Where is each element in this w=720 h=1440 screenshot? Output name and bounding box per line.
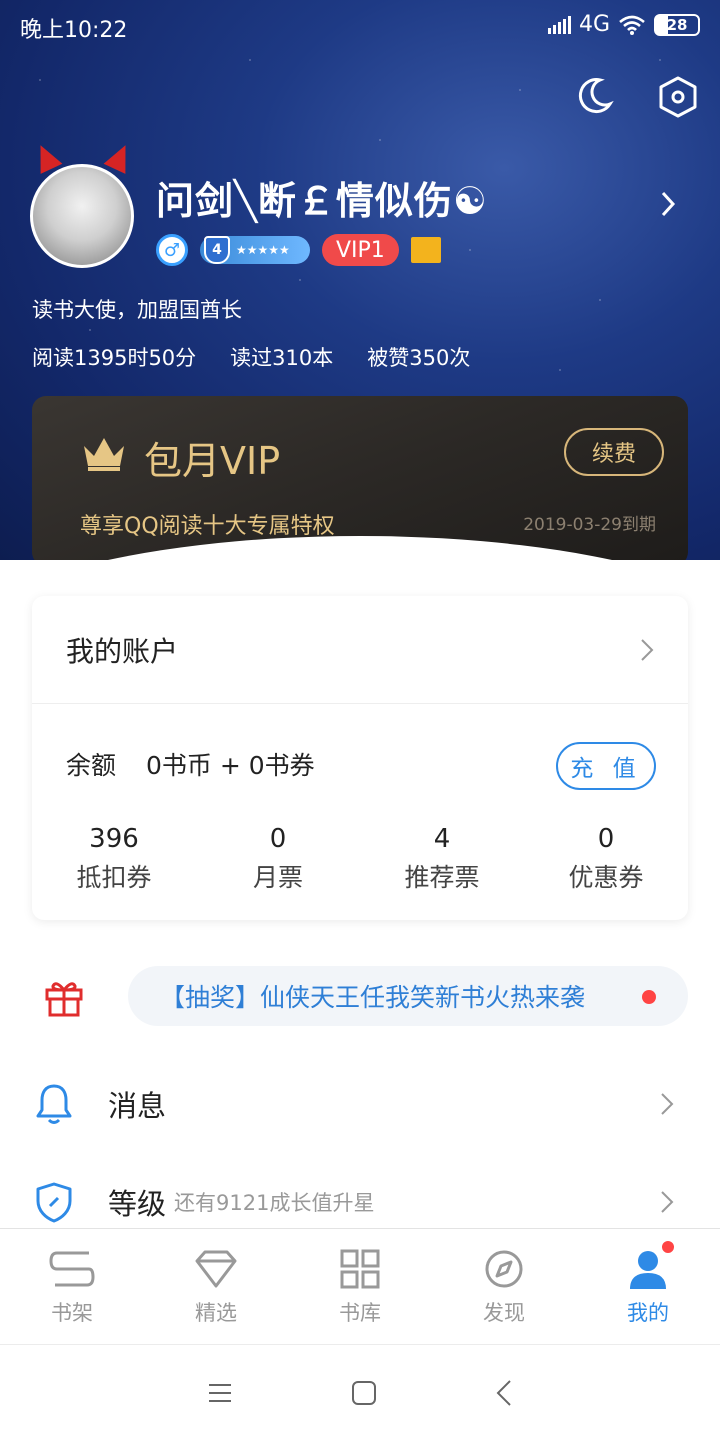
reading-stats: 阅读1395时50分 读过310本 被赞350次 <box>32 342 470 372</box>
status-time: 晚上10:22 <box>20 18 128 43</box>
ticket-value: 396 <box>89 824 139 854</box>
avatar-image <box>30 164 134 268</box>
bottom-tab-bar: 书架 精选 书库 发现 我的 <box>0 1228 720 1344</box>
chevron-right-icon <box>641 638 654 661</box>
menu-label: 等级 <box>108 1187 167 1221</box>
notification-dot <box>660 1239 676 1255</box>
stat-books-read: 读过310本 <box>230 346 334 370</box>
home-icon[interactable] <box>351 1380 377 1406</box>
ticket-value: 0 <box>597 824 615 854</box>
settings-hexagon-icon[interactable] <box>658 76 698 118</box>
bell-icon <box>36 1084 72 1124</box>
user-name[interactable]: 问剑╲断￡情似伤☯ <box>156 170 488 225</box>
user-icon <box>630 1251 666 1289</box>
ticket-item[interactable]: 396 抵扣券 <box>32 824 196 894</box>
bookshelf-icon <box>49 1251 95 1287</box>
tab-label: 发现 <box>483 1301 525 1325</box>
ticket-stats: 396 抵扣券 0 月票 4 推荐票 0 优惠券 <box>32 824 688 894</box>
tab-label: 我的 <box>627 1301 669 1325</box>
tab-library[interactable]: 书库 <box>288 1229 432 1344</box>
ticket-label: 推荐票 <box>404 863 480 892</box>
account-header[interactable]: 我的账户 <box>32 596 688 704</box>
diamond-icon <box>195 1250 237 1288</box>
level-badge[interactable]: 4 ★★★★★ <box>200 236 310 264</box>
renew-button[interactable]: 续费 <box>564 428 664 476</box>
signal-icon <box>547 15 571 34</box>
moon-icon[interactable] <box>574 76 614 116</box>
system-nav-bar <box>0 1344 720 1440</box>
menu-label: 消息 <box>108 1089 167 1123</box>
vip-card-title: 包月VIP <box>144 439 281 483</box>
tab-label: 精选 <box>195 1301 237 1325</box>
level-shield-icon: 4 <box>204 236 230 264</box>
battery-level: 28 <box>666 15 688 34</box>
user-title: 读书大使，加盟国酋长 <box>32 298 242 322</box>
shield-icon <box>36 1182 72 1223</box>
tab-featured[interactable]: 精选 <box>144 1229 288 1344</box>
balance-label: 余额 <box>66 751 117 780</box>
ticket-item[interactable]: 0 月票 <box>196 824 360 894</box>
lottery-pill[interactable]: 【抽奖】仙侠天王任我笑新书火热来袭 <box>128 966 688 1026</box>
tab-label: 书库 <box>339 1301 381 1325</box>
ticket-label: 优惠券 <box>568 863 644 892</box>
chevron-right-icon <box>661 1093 674 1115</box>
lottery-text: 【抽奖】仙侠天王任我笑新书火热来袭 <box>160 983 586 1012</box>
wifi-icon <box>619 15 645 35</box>
vip-expiry: 2019-03-29到期 <box>523 515 656 535</box>
crown-icon <box>84 438 124 471</box>
gift-icon <box>45 982 83 1017</box>
avatar[interactable] <box>28 140 138 270</box>
network-type: 4G <box>578 12 610 37</box>
header-actions <box>574 76 698 118</box>
account-card: 我的账户 余额 0书币 + 0书券 充 值 396 抵扣券 0 月票 4 推荐票 0 优… <box>32 596 688 920</box>
book-badge-icon[interactable] <box>410 237 441 263</box>
compass-icon <box>485 1250 523 1288</box>
status-bar: 晚上10:22 4G 28 <box>0 0 720 52</box>
chevron-right-icon[interactable] <box>660 190 676 218</box>
stat-likes: 被赞350次 <box>367 346 471 370</box>
profile-header: 晚上10:22 4G 28 问剑╲断￡情似伤☯ ♂ 4 ★★★★★ VIP1 读… <box>0 0 720 560</box>
level-hint: 还有9121成长值升星 <box>174 1191 375 1215</box>
vip-badge[interactable]: VIP1 <box>322 234 399 266</box>
vip-card-subtitle: 尊享QQ阅读十大专属特权 <box>80 514 335 539</box>
ticket-value: 4 <box>433 824 451 854</box>
balance-row: 余额 0书币 + 0书券 <box>66 746 315 782</box>
tab-bookshelf[interactable]: 书架 <box>0 1229 144 1344</box>
user-badges: ♂ 4 ★★★★★ VIP1 <box>156 234 441 266</box>
menu-item-messages[interactable]: 消息 <box>0 1064 720 1144</box>
ticket-label: 月票 <box>252 863 303 892</box>
level-number: 4 <box>212 242 222 258</box>
chevron-right-icon <box>661 1191 674 1213</box>
balance-value: 0书币 + 0书券 <box>146 751 315 780</box>
unread-dot <box>642 990 656 1004</box>
stat-reading-time: 阅读1395时50分 <box>32 346 197 370</box>
grid-icon <box>340 1249 380 1289</box>
battery-icon: 28 <box>654 13 700 36</box>
back-icon[interactable] <box>495 1379 513 1407</box>
ticket-item[interactable]: 4 推荐票 <box>360 824 524 894</box>
level-stars-icon: ★★★★★ <box>236 243 290 257</box>
topup-button[interactable]: 充 值 <box>556 742 656 790</box>
ticket-value: 0 <box>269 824 287 854</box>
tab-mine[interactable]: 我的 <box>576 1229 720 1344</box>
lottery-banner[interactable]: 【抽奖】仙侠天王任我笑新书火热来袭 <box>0 966 720 1028</box>
menu-icon[interactable] <box>207 1382 233 1404</box>
ticket-label: 抵扣券 <box>76 863 152 892</box>
male-gender-icon: ♂ <box>156 234 188 266</box>
ticket-item[interactable]: 0 优惠券 <box>524 824 688 894</box>
tab-label: 书架 <box>51 1301 93 1325</box>
tab-discover[interactable]: 发现 <box>432 1229 576 1344</box>
account-title: 我的账户 <box>66 634 179 668</box>
